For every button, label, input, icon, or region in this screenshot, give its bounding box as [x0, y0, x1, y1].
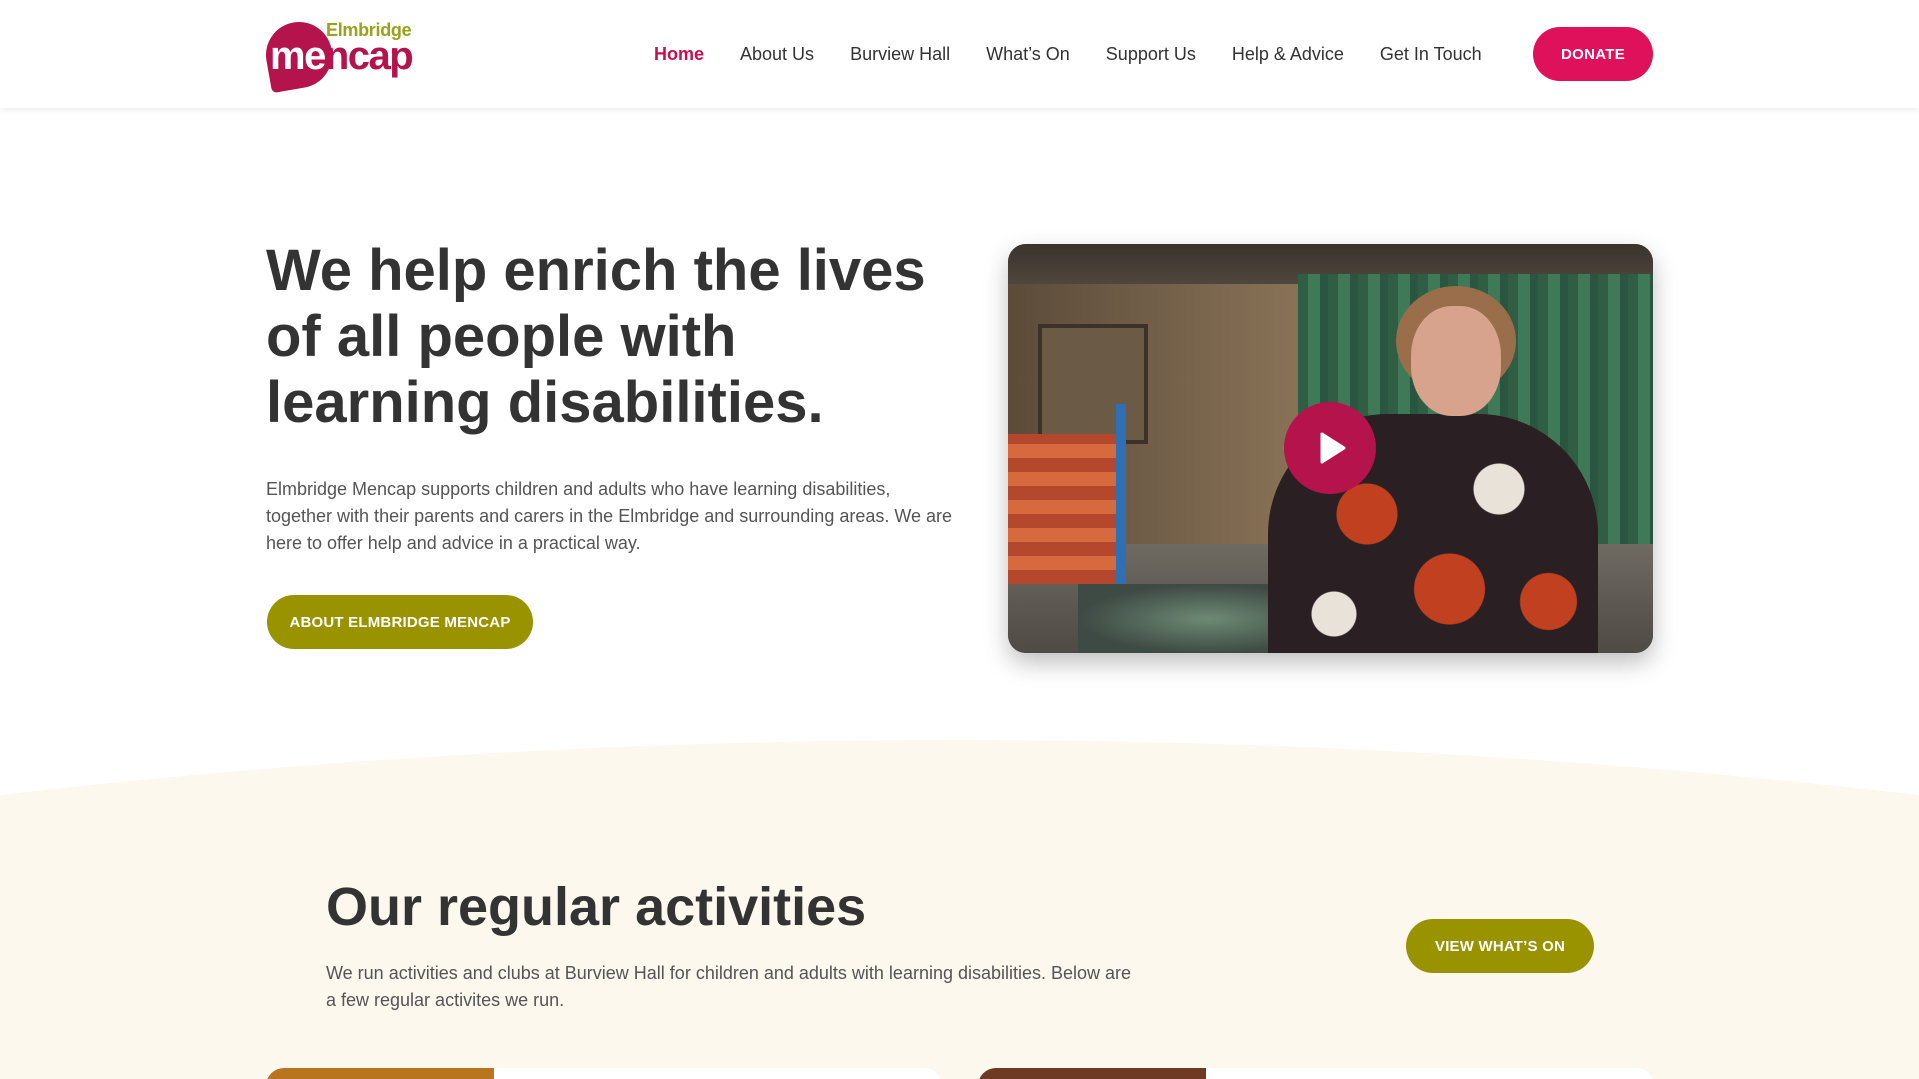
hero-description: Elmbridge Mencap supports children and a… [266, 479, 953, 553]
nav-burview-hall[interactable]: Burview Hall [850, 44, 950, 65]
page: Elmbridge mencap Home About Us Burview H… [0, 0, 1919, 1079]
activities-title: Our regular activities [326, 877, 867, 937]
nav-help-advice[interactable]: Help & Advice [1232, 44, 1344, 65]
video-play-button[interactable] [1284, 402, 1376, 494]
video-scene-pole [1116, 404, 1126, 584]
nav-about-us[interactable]: About Us [740, 44, 814, 65]
video-scene-shelf [1008, 434, 1118, 584]
activity-card[interactable] [978, 1068, 1654, 1079]
view-whats-on-button[interactable]: VIEW WHAT’S ON [1406, 919, 1594, 973]
intro-video[interactable] [1008, 244, 1653, 653]
activity-card-image [266, 1068, 494, 1079]
logo-mencap-text: mencap [270, 34, 414, 78]
play-icon [1320, 432, 1345, 464]
nav-get-in-touch[interactable]: Get In Touch [1380, 44, 1482, 65]
site-logo[interactable]: Elmbridge mencap [260, 16, 416, 94]
main-nav: Home About Us Burview Hall What’s On Sup… [654, 0, 1518, 108]
nav-support-us[interactable]: Support Us [1106, 44, 1196, 65]
about-elmbridge-mencap-button[interactable]: ABOUT ELMBRIDGE MENCAP [267, 595, 533, 649]
nav-whats-on[interactable]: What’s On [986, 44, 1070, 65]
donate-button[interactable]: DONATE [1533, 27, 1653, 81]
video-speaker-face [1411, 306, 1501, 416]
site-header: Elmbridge mencap Home About Us Burview H… [0, 0, 1919, 108]
activity-card-image [978, 1068, 1206, 1079]
activities-section-background [0, 740, 1919, 1079]
activity-card[interactable] [266, 1068, 942, 1079]
video-scene-noticeboard [1038, 324, 1148, 444]
hero-title: We help enrich the lives of all people w… [266, 238, 926, 435]
activities-description: We run activities and clubs at Burview H… [326, 963, 1132, 1010]
nav-home[interactable]: Home [654, 44, 704, 65]
